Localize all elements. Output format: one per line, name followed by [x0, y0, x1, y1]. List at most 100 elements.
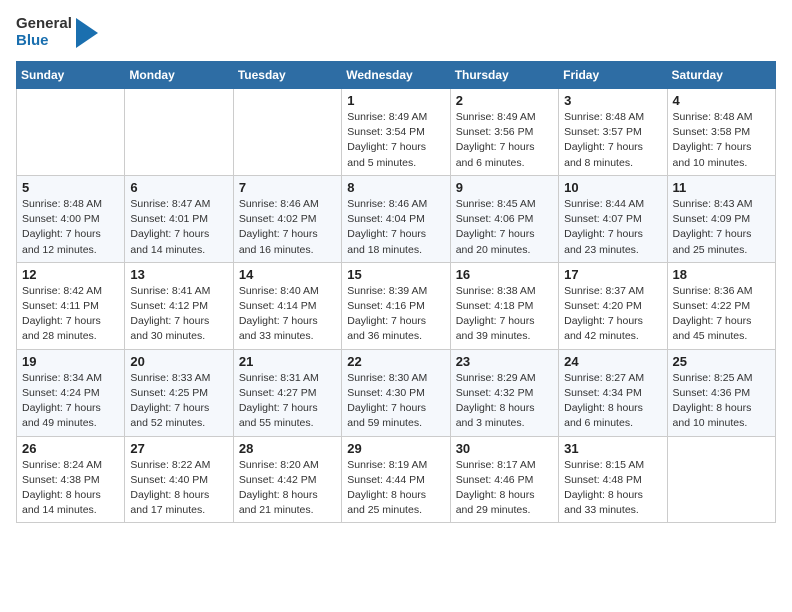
logo-chevron-icon [76, 18, 98, 48]
day-info: Sunrise: 8:40 AMSunset: 4:14 PMDaylight:… [239, 284, 336, 345]
calendar-cell: 23Sunrise: 8:29 AMSunset: 4:32 PMDayligh… [450, 349, 558, 436]
calendar-cell: 29Sunrise: 8:19 AMSunset: 4:44 PMDayligh… [342, 436, 450, 523]
calendar-cell: 19Sunrise: 8:34 AMSunset: 4:24 PMDayligh… [17, 349, 125, 436]
calendar-cell: 17 Sunrise: 8:37 AMSunset: 4:20 PMDayligh… [559, 262, 667, 349]
day-number: 5 [22, 180, 119, 195]
calendar-week-row: 5 Sunrise: 8:48 AMSunset: 4:00 PMDaylight… [17, 175, 776, 262]
day-number: 30 [456, 441, 553, 456]
day-number: 3 [564, 93, 661, 108]
day-number: 13 [130, 267, 227, 282]
day-info: Sunrise: 8:20 AMSunset: 4:42 PMDaylight:… [239, 458, 336, 519]
day-info: Sunrise: 8:33 AMSunset: 4:25 PMDaylight:… [130, 371, 227, 432]
day-number: 9 [456, 180, 553, 195]
calendar-week-row: 12Sunrise: 8:42 AMSunset: 4:11 PMDayligh… [17, 262, 776, 349]
calendar-cell: 3 Sunrise: 8:48 AMSunset: 3:57 PMDaylight… [559, 89, 667, 176]
day-info: Sunrise: 8:27 AMSunset: 4:34 PMDaylight:… [564, 371, 661, 432]
day-number: 10 [564, 180, 661, 195]
day-number: 1 [347, 93, 444, 108]
day-info: Sunrise: 8:34 AMSunset: 4:24 PMDaylight:… [22, 371, 119, 432]
calendar-cell [125, 89, 233, 176]
calendar-cell: 10 Sunrise: 8:44 AMSunset: 4:07 PMDayligh… [559, 175, 667, 262]
weekday-header-tuesday: Tuesday [233, 62, 341, 89]
day-number: 21 [239, 354, 336, 369]
day-number: 11 [673, 180, 770, 195]
calendar-cell: 5 Sunrise: 8:48 AMSunset: 4:00 PMDaylight… [17, 175, 125, 262]
day-info: Sunrise: 8:46 AMSunset: 4:04 PMDaylight:… [347, 197, 444, 258]
logo: General Blue [16, 16, 98, 49]
calendar-cell [667, 436, 775, 523]
day-number: 15 [347, 267, 444, 282]
day-info: Sunrise: 8:15 AMSunset: 4:48 PMDaylight:… [564, 458, 661, 519]
day-info: Sunrise: 8:48 AMSunset: 3:57 PMDaylight:… [564, 110, 661, 171]
day-info: Sunrise: 8:30 AMSunset: 4:30 PMDaylight:… [347, 371, 444, 432]
day-info: Sunrise: 8:44 AMSunset: 4:07 PMDaylight:… [564, 197, 661, 258]
calendar-cell: 25Sunrise: 8:25 AMSunset: 4:36 PMDayligh… [667, 349, 775, 436]
calendar-cell: 15 Sunrise: 8:39 AMSunset: 4:16 PMDayligh… [342, 262, 450, 349]
day-number: 24 [564, 354, 661, 369]
calendar-cell: 11 Sunrise: 8:43 AMSunset: 4:09 PMDayligh… [667, 175, 775, 262]
day-info: Sunrise: 8:43 AMSunset: 4:09 PMDaylight:… [673, 197, 770, 258]
day-info: Sunrise: 8:24 AMSunset: 4:38 PMDaylight:… [22, 458, 119, 519]
calendar-cell: 14 Sunrise: 8:40 AMSunset: 4:14 PMDayligh… [233, 262, 341, 349]
calendar-cell: 21 Sunrise: 8:31 AMSunset: 4:27 PMDayligh… [233, 349, 341, 436]
logo-general: General [16, 16, 72, 33]
calendar-cell: 13 Sunrise: 8:41 AMSunset: 4:12 PMDayligh… [125, 262, 233, 349]
day-info: Sunrise: 8:25 AMSunset: 4:36 PMDaylight:… [673, 371, 770, 432]
day-info: Sunrise: 8:36 AMSunset: 4:22 PMDaylight:… [673, 284, 770, 345]
calendar-cell: 16Sunrise: 8:38 AMSunset: 4:18 PMDayligh… [450, 262, 558, 349]
day-info: Sunrise: 8:46 AMSunset: 4:02 PMDaylight:… [239, 197, 336, 258]
day-info: Sunrise: 8:39 AMSunset: 4:16 PMDaylight:… [347, 284, 444, 345]
day-info: Sunrise: 8:49 AMSunset: 3:56 PMDaylight:… [456, 110, 553, 171]
calendar-week-row: 19Sunrise: 8:34 AMSunset: 4:24 PMDayligh… [17, 349, 776, 436]
day-number: 2 [456, 93, 553, 108]
day-info: Sunrise: 8:38 AMSunset: 4:18 PMDaylight:… [456, 284, 553, 345]
calendar-cell: 28 Sunrise: 8:20 AMSunset: 4:42 PMDayligh… [233, 436, 341, 523]
calendar-cell: 22 Sunrise: 8:30 AMSunset: 4:30 PMDayligh… [342, 349, 450, 436]
day-number: 6 [130, 180, 227, 195]
day-number: 28 [239, 441, 336, 456]
calendar-cell: 26 Sunrise: 8:24 AMSunset: 4:38 PMDayligh… [17, 436, 125, 523]
weekday-header-wednesday: Wednesday [342, 62, 450, 89]
logo-text: General Blue [16, 16, 72, 49]
day-info: Sunrise: 8:48 AMSunset: 3:58 PMDaylight:… [673, 110, 770, 171]
day-info: Sunrise: 8:45 AMSunset: 4:06 PMDaylight:… [456, 197, 553, 258]
calendar-cell [233, 89, 341, 176]
day-number: 26 [22, 441, 119, 456]
calendar-cell: 4 Sunrise: 8:48 AMSunset: 3:58 PMDaylight… [667, 89, 775, 176]
calendar-cell: 1 Sunrise: 8:49 AMSunset: 3:54 PMDaylight… [342, 89, 450, 176]
day-number: 31 [564, 441, 661, 456]
day-info: Sunrise: 8:42 AMSunset: 4:11 PMDaylight:… [22, 284, 119, 345]
calendar-cell [17, 89, 125, 176]
day-info: Sunrise: 8:17 AMSunset: 4:46 PMDaylight:… [456, 458, 553, 519]
day-info: Sunrise: 8:22 AMSunset: 4:40 PMDaylight:… [130, 458, 227, 519]
calendar-cell: 30 Sunrise: 8:17 AMSunset: 4:46 PMDayligh… [450, 436, 558, 523]
day-info: Sunrise: 8:48 AMSunset: 4:00 PMDaylight:… [22, 197, 119, 258]
calendar-cell: 8 Sunrise: 8:46 AMSunset: 4:04 PMDaylight… [342, 175, 450, 262]
day-info: Sunrise: 8:41 AMSunset: 4:12 PMDaylight:… [130, 284, 227, 345]
calendar-cell: 12Sunrise: 8:42 AMSunset: 4:11 PMDayligh… [17, 262, 125, 349]
logo-blue: Blue [16, 33, 72, 50]
weekday-header-friday: Friday [559, 62, 667, 89]
day-info: Sunrise: 8:47 AMSunset: 4:01 PMDaylight:… [130, 197, 227, 258]
calendar: SundayMondayTuesdayWednesdayThursdayFrid… [16, 61, 776, 523]
weekday-header-monday: Monday [125, 62, 233, 89]
weekday-header-saturday: Saturday [667, 62, 775, 89]
day-info: Sunrise: 8:49 AMSunset: 3:54 PMDaylight:… [347, 110, 444, 171]
page-header: General Blue [16, 16, 776, 49]
day-info: Sunrise: 8:19 AMSunset: 4:44 PMDaylight:… [347, 458, 444, 519]
calendar-cell: 6 Sunrise: 8:47 AMSunset: 4:01 PMDaylight… [125, 175, 233, 262]
day-number: 22 [347, 354, 444, 369]
day-info: Sunrise: 8:31 AMSunset: 4:27 PMDaylight:… [239, 371, 336, 432]
calendar-cell: 24 Sunrise: 8:27 AMSunset: 4:34 PMDayligh… [559, 349, 667, 436]
day-info: Sunrise: 8:29 AMSunset: 4:32 PMDaylight:… [456, 371, 553, 432]
day-number: 17 [564, 267, 661, 282]
day-number: 14 [239, 267, 336, 282]
calendar-week-row: 1 Sunrise: 8:49 AMSunset: 3:54 PMDaylight… [17, 89, 776, 176]
calendar-cell: 7Sunrise: 8:46 AMSunset: 4:02 PMDaylight… [233, 175, 341, 262]
calendar-cell: 20Sunrise: 8:33 AMSunset: 4:25 PMDayligh… [125, 349, 233, 436]
day-number: 4 [673, 93, 770, 108]
day-info: Sunrise: 8:37 AMSunset: 4:20 PMDaylight:… [564, 284, 661, 345]
calendar-cell: 9 Sunrise: 8:45 AMSunset: 4:06 PMDaylight… [450, 175, 558, 262]
calendar-cell: 31 Sunrise: 8:15 AMSunset: 4:48 PMDayligh… [559, 436, 667, 523]
day-number: 8 [347, 180, 444, 195]
